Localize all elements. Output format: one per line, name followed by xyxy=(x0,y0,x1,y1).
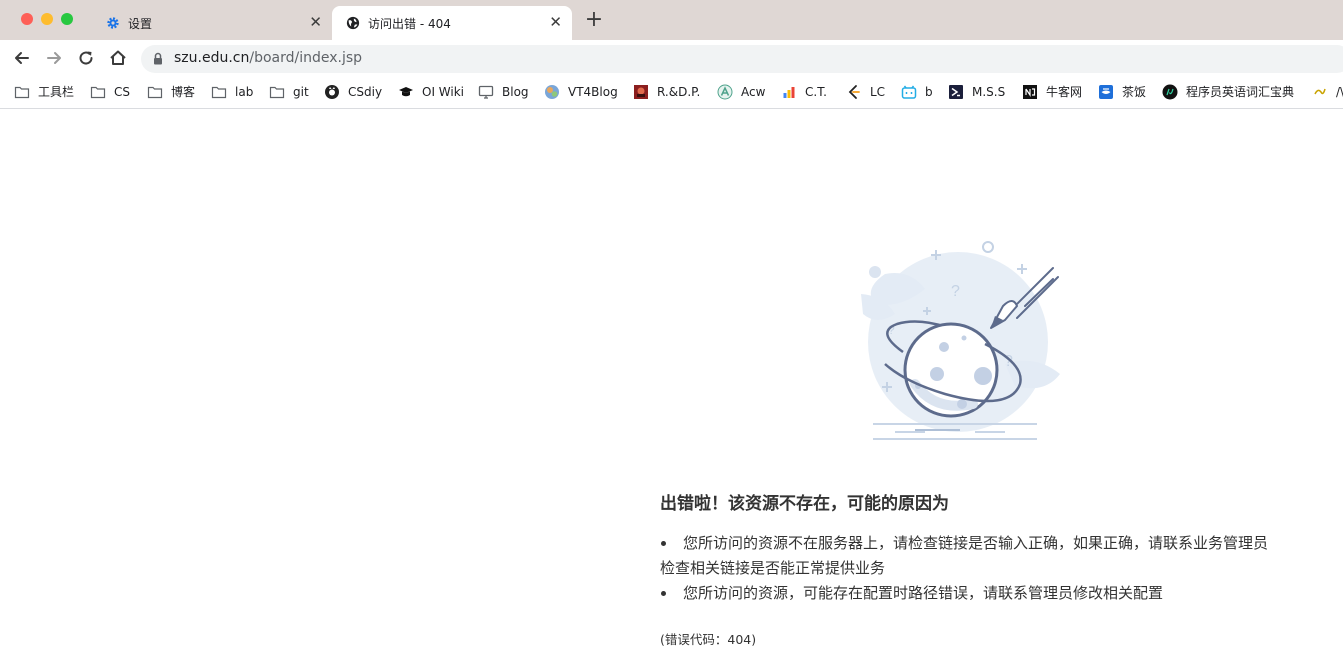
error-title: 出错啦！该资源不存在，可能的原因为 xyxy=(660,494,949,514)
list-item: 您所访问的资源不在服务器上，请检查链接是否输入正确，如果正确，请联系业务管理员检… xyxy=(660,531,1280,581)
csdiy-icon xyxy=(325,85,339,99)
url-path: /board/index.jsp xyxy=(249,50,363,66)
close-tab-icon[interactable]: ✕ xyxy=(549,14,562,30)
nowcoder-icon xyxy=(1023,85,1037,99)
bookmark-label: /\ xyxy=(1336,85,1343,99)
bookmark-label: LC xyxy=(870,85,886,99)
question-mark-decoration: ? xyxy=(951,283,960,300)
tab-settings[interactable]: 设置 ✕ xyxy=(92,6,332,40)
bookmark-bilibili[interactable]: b xyxy=(901,82,933,102)
bilibili-icon xyxy=(901,85,917,99)
rdp-icon xyxy=(634,85,648,99)
bookmark-oi-wiki[interactable]: OI Wiki xyxy=(398,82,464,102)
list-item: 您所访问的资源，可能存在配置时路径错误，请联系管理员修改相关配置 xyxy=(660,581,1280,606)
acw-icon xyxy=(717,84,733,100)
back-arrow-icon[interactable] xyxy=(12,48,32,68)
error-code: (错误代码：404) xyxy=(660,632,757,647)
bookmark-vt4blog[interactable]: VT4Blog xyxy=(544,82,618,102)
bookmark-folder-toolbar[interactable]: 工具栏 xyxy=(14,82,74,102)
globe-icon xyxy=(346,16,360,30)
bookmark-label: 茶饭 xyxy=(1122,85,1147,99)
tab-error-page[interactable]: 访问出错 - 404 ✕ xyxy=(332,6,572,40)
planet-rocket-illustration: ? ? ? xyxy=(861,241,1060,440)
bookmark-ct[interactable]: C.T. xyxy=(781,82,827,102)
bookmark-label: 博客 xyxy=(171,85,196,99)
bookmark-label: lab xyxy=(235,85,254,99)
bookmark-acw[interactable]: Acw xyxy=(717,82,765,102)
bookmark-label: CS xyxy=(114,85,130,99)
close-tab-icon[interactable]: ✕ xyxy=(309,14,322,30)
bookmark-label: 程序员英语词汇宝典 xyxy=(1186,85,1295,99)
leetcode-icon xyxy=(848,85,860,99)
minimize-window-button[interactable] xyxy=(41,13,53,25)
reload-icon[interactable] xyxy=(76,48,96,68)
folder-icon xyxy=(90,86,106,99)
bar-chart-icon xyxy=(783,87,795,98)
bookmark-folder-lab[interactable]: lab xyxy=(211,82,253,102)
folder-icon xyxy=(14,86,30,99)
bookmark-csdiy[interactable]: CSdiy xyxy=(324,82,382,102)
bookmark-overflow[interactable]: /\ xyxy=(1312,82,1343,102)
tab-title: 设置 xyxy=(128,17,153,31)
bookmark-label: 工具栏 xyxy=(38,85,75,99)
bookmark-blog[interactable]: Blog xyxy=(478,82,529,102)
gear-icon xyxy=(107,17,119,29)
folder-icon xyxy=(147,86,163,99)
graduation-cap-icon xyxy=(399,87,413,97)
home-icon[interactable] xyxy=(108,48,128,68)
mss-icon xyxy=(949,85,963,99)
lock-icon[interactable] xyxy=(153,52,163,65)
chafan-icon xyxy=(1099,85,1113,99)
new-tab-button[interactable]: + xyxy=(584,9,604,31)
bookmark-folder-git[interactable]: git xyxy=(269,82,309,102)
monitor-icon xyxy=(478,85,494,99)
bookmark-label: git xyxy=(293,85,309,99)
bullet-icon xyxy=(661,591,666,596)
address-bar[interactable]: szu.edu.cn/board/index.jsp xyxy=(141,45,1343,73)
bookmark-label: CSdiy xyxy=(348,85,383,99)
bookmark-label: OI Wiki xyxy=(422,85,465,99)
tab-strip: 设置 ✕ 访问出错 - 404 ✕ + xyxy=(0,0,1343,40)
bookmark-label: C.T. xyxy=(805,85,827,99)
close-window-button[interactable] xyxy=(21,13,33,25)
url-text[interactable]: szu.edu.cn/board/index.jsp xyxy=(174,50,362,66)
folder-icon xyxy=(269,86,285,99)
forward-arrow-icon[interactable] xyxy=(44,48,64,68)
bookmark-dictionary[interactable]: 程序员英语词汇宝典 xyxy=(1162,82,1294,102)
bookmark-label: Acw xyxy=(741,85,766,99)
bookmark-folder-blog[interactable]: 博客 xyxy=(147,82,195,102)
bullet-icon xyxy=(661,541,666,546)
bookmark-chafan[interactable]: 茶饭 xyxy=(1098,82,1146,102)
url-host: szu.edu.cn xyxy=(174,50,250,66)
reason-text: 您所访问的资源，可能存在配置时路径错误，请联系管理员修改相关配置 xyxy=(683,584,1164,602)
folder-icon xyxy=(211,86,227,99)
bookmark-label: R.&D.P. xyxy=(657,85,701,99)
bookmark-label: 牛客网 xyxy=(1046,85,1083,99)
reason-list: 您所访问的资源不在服务器上，请检查链接是否输入正确，如果正确，请联系业务管理员检… xyxy=(660,531,1280,606)
bookmark-nowcoder[interactable]: 牛客网 xyxy=(1022,82,1082,102)
bookmark-folder-cs[interactable]: CS xyxy=(90,82,130,102)
dictionary-icon xyxy=(1162,84,1178,100)
tab-title: 访问出错 - 404 xyxy=(368,17,451,31)
bookmark-label: VT4Blog xyxy=(568,85,618,99)
bookmark-label: b xyxy=(925,85,933,99)
overflow-icon xyxy=(1314,88,1326,95)
bookmark-rdp[interactable]: R.&D.P. xyxy=(633,82,700,102)
vt4blog-icon xyxy=(545,85,559,99)
reason-text: 您所访问的资源不在服务器上，请检查链接是否输入正确，如果正确，请联系业务管理员检… xyxy=(660,534,1269,577)
bookmark-lc[interactable]: LC xyxy=(846,82,885,102)
bookmark-mss[interactable]: M.S.S xyxy=(948,82,1005,102)
bookmark-label: Blog xyxy=(502,85,529,99)
bookmark-label: M.S.S xyxy=(972,85,1006,99)
bookmarks-bar: 工具栏 CS 博客 lab git CSdiy OI Wiki Blog VT4… xyxy=(0,76,1343,109)
zoom-window-button[interactable] xyxy=(61,13,73,25)
